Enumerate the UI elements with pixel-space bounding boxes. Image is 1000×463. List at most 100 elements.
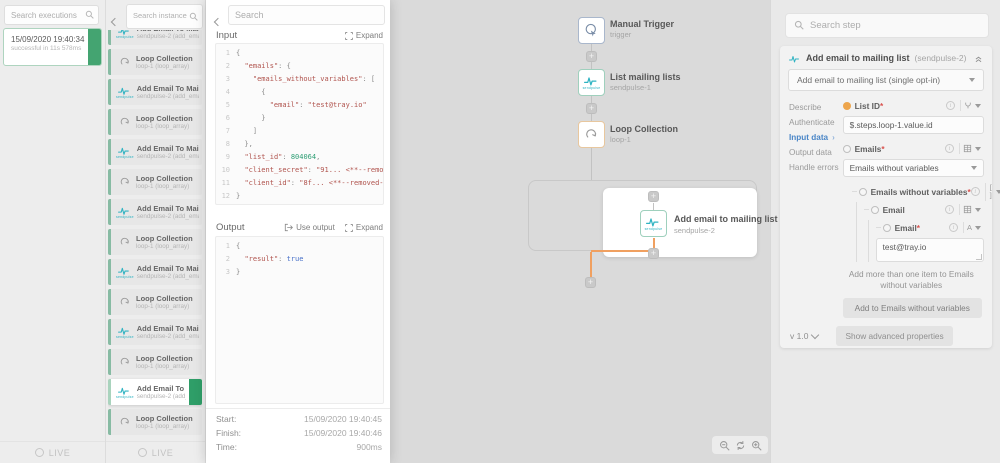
info-icon[interactable]: i [971,187,980,196]
step-list-item[interactable]: sendpulseAdd Email To Maili...sendpulse-… [108,379,202,405]
node-subtitle: sendpulse-1 [610,83,651,92]
list-id-input[interactable]: $.steps.loop-1.value.id [843,116,984,134]
step-list-item[interactable]: Loop Collectionloop-1 (loop_array) [108,289,202,315]
input-section-header: Input Expand [216,30,383,41]
input-json-viewer[interactable]: 1{2 "emails": {3 "emails_without_variabl… [215,43,384,205]
step-list-item[interactable]: Loop Collectionloop-1 (loop_array) [108,49,202,75]
output-json-viewer[interactable]: 1{2 "result": true3} [215,236,384,404]
zoom-reset-button[interactable] [735,440,746,451]
step-subtitle: loop-1 (loop_array) [136,363,199,370]
step-list-item[interactable]: Loop Collectionloop-1 (loop_array) [108,169,202,195]
add-step-button[interactable]: + [585,277,596,288]
timing-time-row: Time: 900ms [216,442,382,452]
search-icon [189,8,198,26]
step-list-item[interactable]: sendpulseAdd Email To Mailing ...sendpul… [108,319,202,345]
step-list-item[interactable]: sendpulseAdd Email To Mailing ...sendpul… [108,259,202,285]
loop-icon [116,236,133,248]
step-card-header[interactable]: Add email to mailing list (sendpulse-2) [780,46,992,68]
search-icon [794,17,804,35]
step-list-item[interactable]: sendpulseAdd Email To Mailing ...sendpul… [108,139,202,165]
code-line: 2 "result": true [216,253,383,266]
resize-grip-icon[interactable] [976,254,982,260]
step-list-item[interactable]: sendpulseAdd Email To Mailing ...sendpul… [108,199,202,225]
branch-icon [964,101,972,110]
show-advanced-properties-button[interactable]: Show advanced properties [836,326,952,346]
step-list-item[interactable]: sendpulseAdd Email To Mailing ...sendpul… [108,79,202,105]
output-section-header: Output Use output Expand [216,222,383,233]
radio-icon[interactable] [843,145,851,153]
properties-nav-handle-errors[interactable]: Handle errors [780,160,841,175]
zoom-in-button[interactable] [751,440,762,451]
code-line: 1{ [216,240,383,253]
instance-search[interactable]: Search instance [126,4,203,29]
zoom-out-button[interactable] [719,440,730,451]
code-line: 11 "client_id": "8f... <**--removed--**>… [216,177,383,190]
string-type-selector[interactable]: A [963,222,984,233]
properties-nav-input-data[interactable]: Input data› [780,130,841,145]
step-list-item[interactable]: Loop Collectionloop-1 (loop_array) [108,349,202,375]
version-selector[interactable]: v 1.0 [790,331,818,341]
node-add-email-to-mailing-list[interactable]: sendpulse [640,210,667,237]
input-expand-button[interactable]: Expand [345,31,383,40]
use-output-button[interactable]: Use output [284,223,335,232]
step-search-input[interactable] [810,20,980,31]
finish-value: 15/09/2020 19:40:46 [304,428,382,438]
step-properties-card: Add email to mailing list (sendpulse-2) … [780,46,992,348]
collapse-icon[interactable] [974,54,983,63]
add-to-emails-button[interactable]: Add to Emails without variables [843,298,982,318]
step-list-item[interactable]: sendpulseAdd Email To Mailing ...sendpul… [108,30,202,45]
back-icon[interactable] [112,12,118,30]
properties-nav-output-data[interactable]: Output data [780,145,841,160]
step-subtitle: sendpulse-2 (add_email_t... [137,273,199,280]
properties-nav-describe[interactable]: Describe [780,100,841,115]
executed-path [591,250,653,252]
debug-search-input[interactable] [235,10,378,20]
executions-search[interactable] [4,5,99,25]
step-search[interactable] [785,13,989,38]
jsonpath-type-selector[interactable] [960,100,984,111]
email-textarea[interactable]: test@tray.io [876,238,984,262]
add-step-button[interactable]: + [648,248,659,259]
step-list-item[interactable]: Loop Collectionloop-1 (loop_array) [108,229,202,255]
node-manual-trigger[interactable] [578,17,605,44]
info-icon[interactable]: i [945,144,954,153]
sendpulse-icon: sendpulse [116,206,134,219]
executions-search-input[interactable] [11,11,85,20]
workflow-canvas[interactable]: Manual Trigger trigger + sendpulse List … [390,0,770,463]
properties-nav-authenticate[interactable]: Authenticate [780,115,841,130]
node-title: Add email to mailing list [674,214,778,224]
radio-icon[interactable] [859,188,867,196]
chevron-down-icon [975,208,981,212]
operation-select[interactable]: Add email to mailing list (single opt-in… [788,69,984,91]
node-list-mailing-lists[interactable]: sendpulse [578,69,605,96]
object-type-selector[interactable] [959,143,984,154]
array-type-selector[interactable]: [ ] [985,183,1000,201]
add-step-button[interactable]: + [586,51,597,62]
executions-live-toggle[interactable]: LIVE [0,441,105,463]
step-list-item[interactable]: Loop Collectionloop-1 (loop_array) [108,409,202,435]
node-subtitle: trigger [610,30,631,39]
node-loop-collection[interactable] [578,121,605,148]
emails-without-variables-row: Emails without variables* i [ ] [852,184,984,199]
output-title: Output [216,222,245,233]
info-icon[interactable]: i [945,205,954,214]
instance-live-toggle[interactable]: LIVE [106,441,205,463]
execution-list-item[interactable]: 15/09/2020 19:40:34 successful in 11s 57… [3,28,102,66]
radio-icon[interactable] [871,206,879,214]
step-title: Add Email To Mailing ... [137,264,199,273]
debug-search[interactable] [228,5,385,25]
chevron-right-icon: › [832,133,835,142]
step-list-item[interactable]: Loop Collectionloop-1 (loop_array) [108,109,202,135]
sendpulse-icon: sendpulse [116,86,134,99]
emails-mode-select[interactable]: Emails without variables [843,159,984,177]
add-step-button[interactable]: + [586,103,597,114]
info-icon[interactable]: i [949,223,958,232]
node-title: List mailing lists [610,72,681,82]
info-icon[interactable]: i [946,101,955,110]
step-subtitle: loop-1 (loop_array) [136,183,199,190]
output-expand-button[interactable]: Expand [345,223,383,232]
radio-icon[interactable] [883,224,891,232]
back-icon[interactable] [215,12,221,30]
object-type-selector[interactable] [959,204,984,215]
add-step-button[interactable]: + [648,191,659,202]
